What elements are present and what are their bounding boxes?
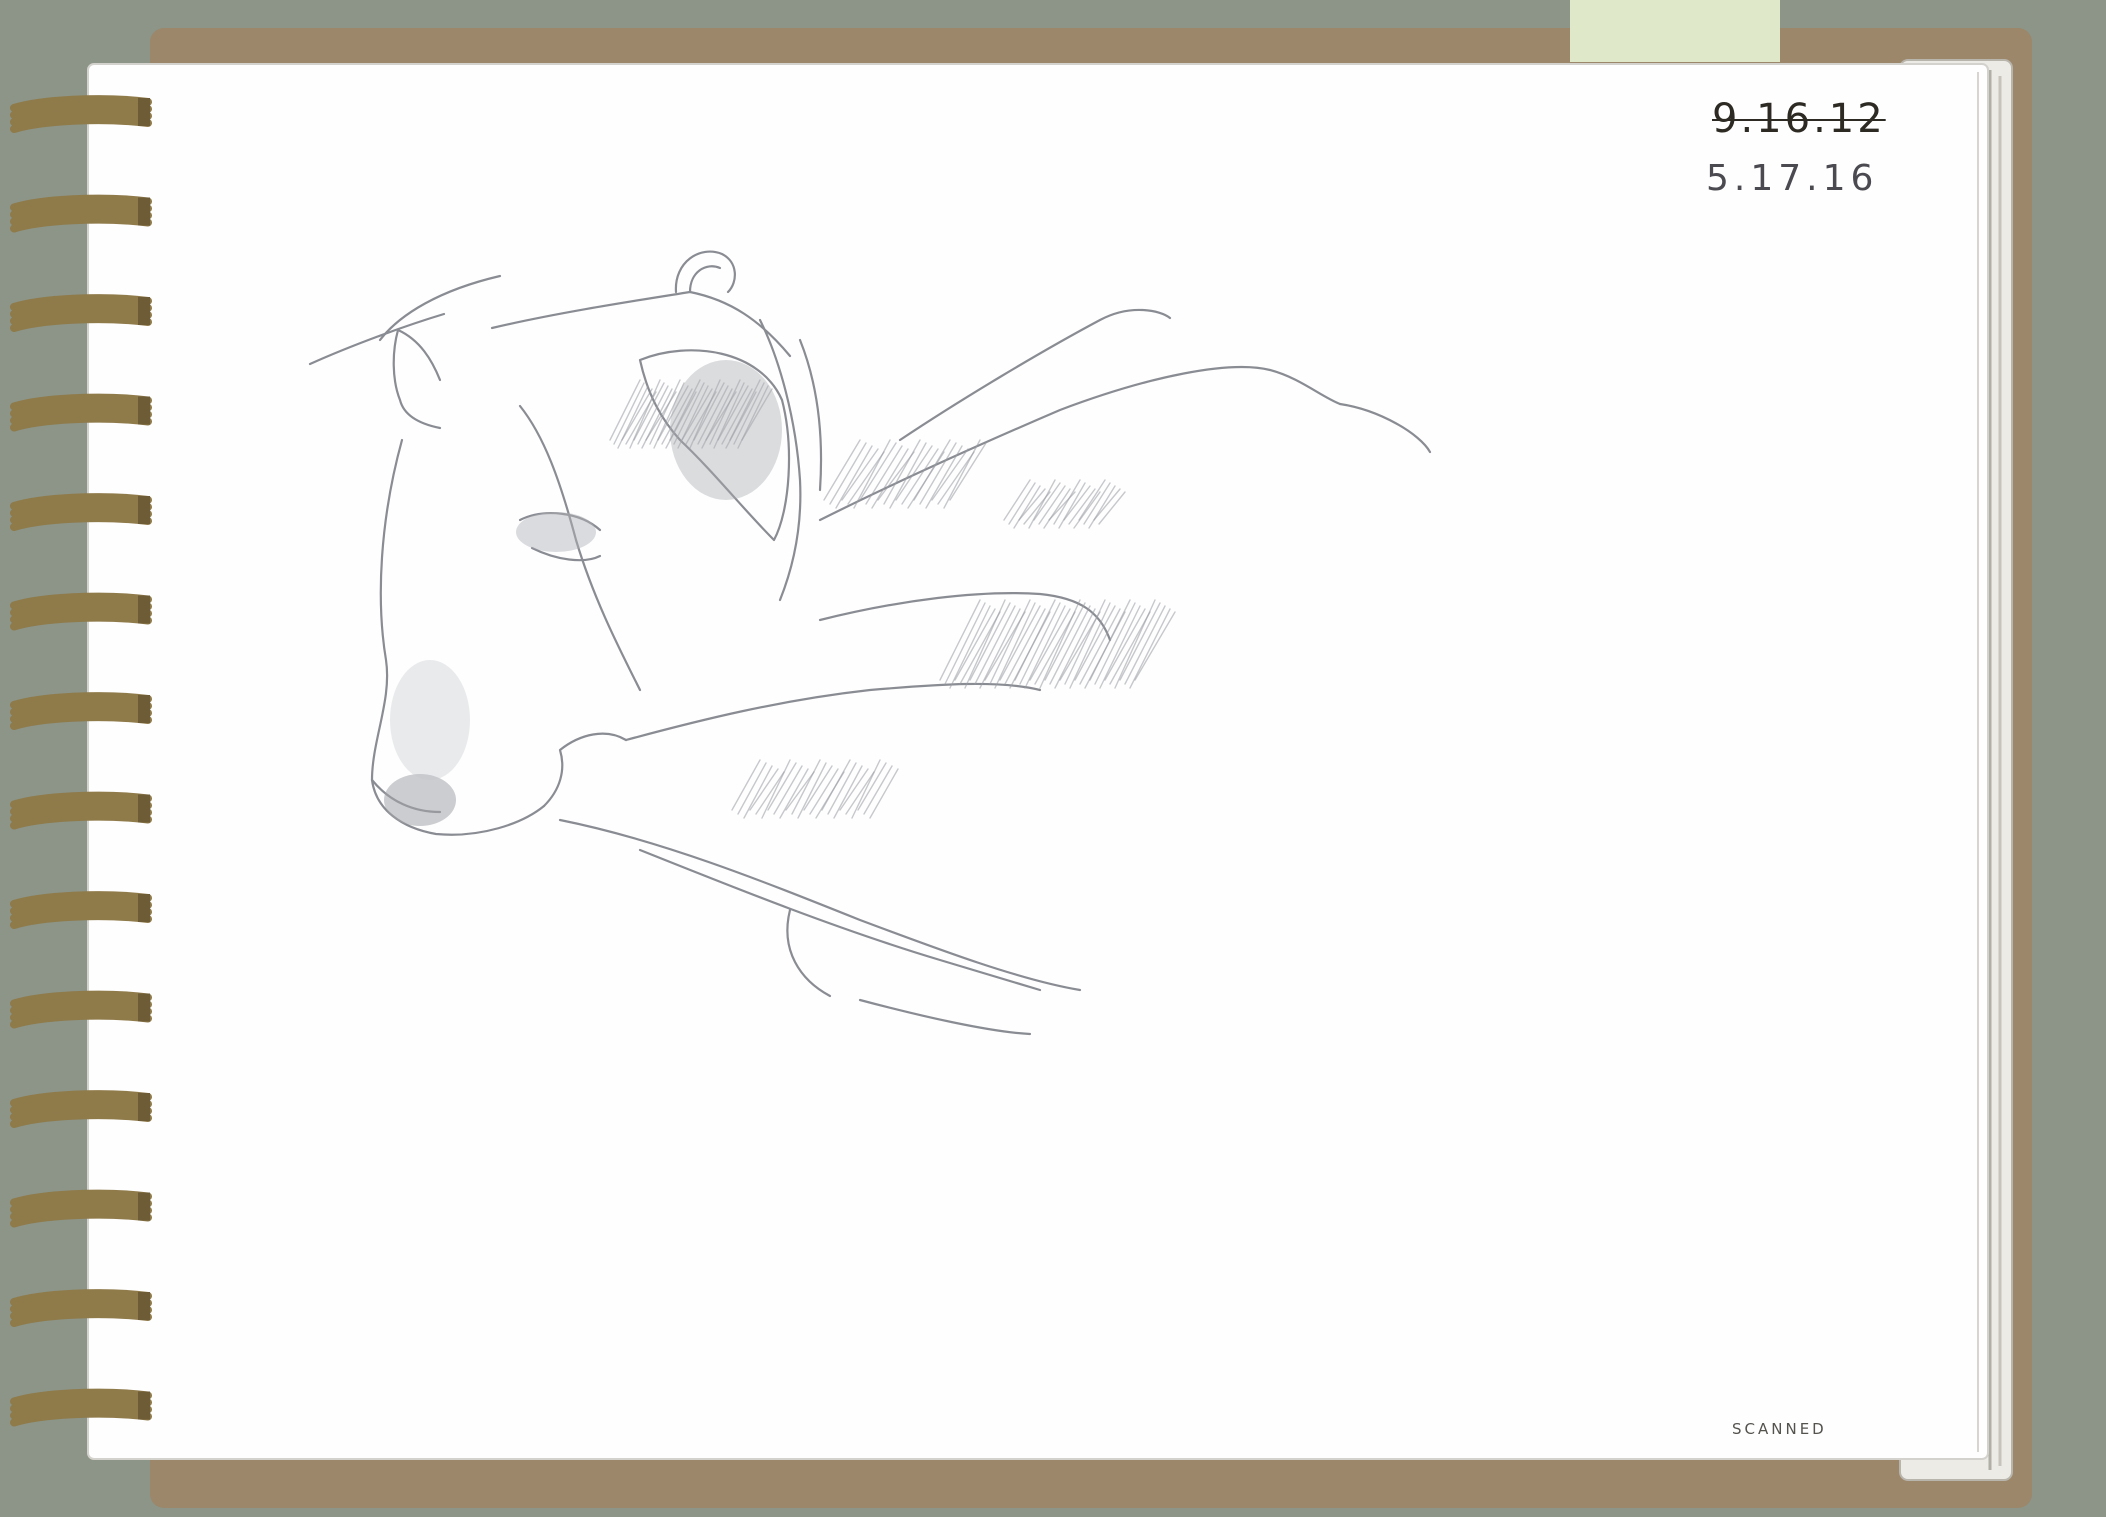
- spiral-ring: [10, 592, 152, 631]
- spiral-ring: [10, 1289, 152, 1327]
- spiral-ring: [10, 393, 152, 432]
- spiral-ring: [10, 692, 152, 730]
- spiral-ring: [10, 791, 152, 830]
- spiral-ring: [10, 1189, 152, 1228]
- original-date-label: 9.16.12: [1712, 96, 1886, 142]
- revised-date-label: 5.17.16: [1706, 158, 1879, 199]
- spiral-ring: [10, 891, 152, 929]
- sketchbook-scan: [10, 0, 2032, 1508]
- spiral-ring: [10, 294, 152, 332]
- nose-shading: [384, 774, 456, 826]
- spiral-ring: [10, 194, 152, 233]
- spiral-ring: [10, 990, 152, 1029]
- spiral-ring: [10, 1388, 152, 1427]
- spiral-ring: [10, 1090, 152, 1128]
- spiral-ring: [10, 493, 152, 531]
- bookmark-tab: [1570, 0, 1780, 62]
- spiral-ring: [10, 95, 152, 133]
- scanned-stamp: SCANNED: [1732, 1420, 1827, 1438]
